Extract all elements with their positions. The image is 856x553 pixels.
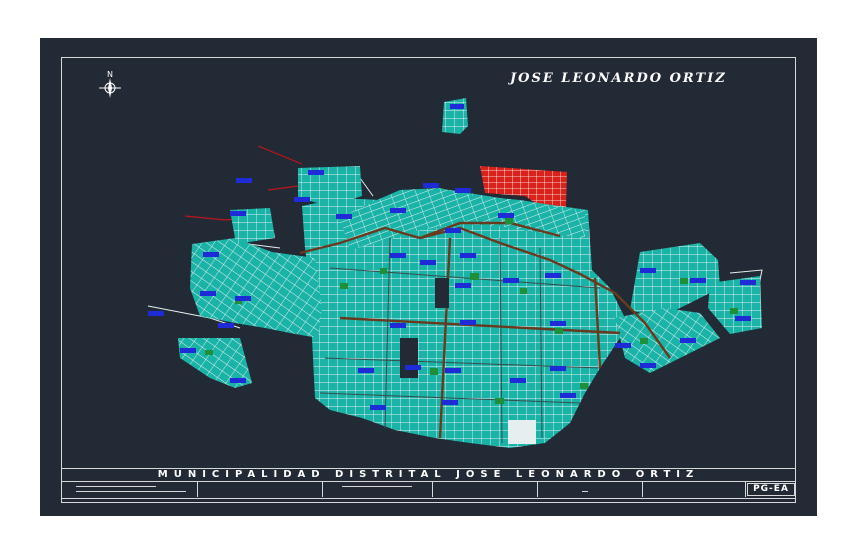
municipality-title: MUNICIPALIDAD DISTRITAL JOSE LEONARDO OR… [61,468,796,482]
title-block-divider [432,482,433,497]
title-block-divider [537,482,538,497]
title-block-line [342,486,412,487]
north-arrow-icon: N [99,70,121,98]
sheet-code: PG-EA [747,483,795,496]
title-block-divider [745,482,746,497]
title-block-divider [197,482,198,497]
title-block-row: PG-EA [61,482,796,499]
drawing-sheet: N JOSE LEONARDO ORTIZ MUNICIPALIDAD DIST… [40,38,817,516]
map-title: JOSE LEONARDO ORTIZ [510,71,727,86]
title-block-line [582,491,588,492]
title-block-divider [642,482,643,497]
title-block-line [76,486,156,487]
drawing-frame [61,57,796,503]
svg-text:N: N [107,70,113,79]
title-block: MUNICIPALIDAD DISTRITAL JOSE LEONARDO OR… [61,468,796,503]
title-block-line [76,491,186,492]
title-block-divider [322,482,323,497]
